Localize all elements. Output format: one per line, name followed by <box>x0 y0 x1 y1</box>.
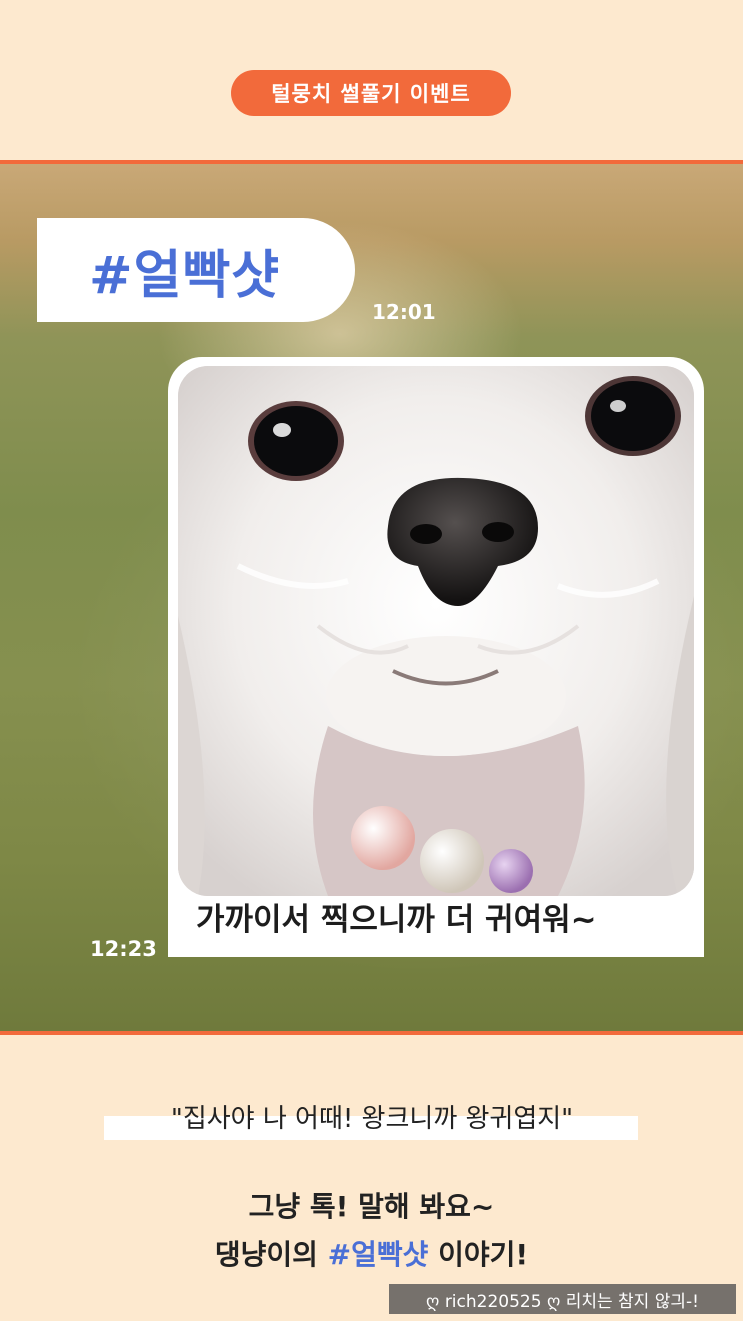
cta-line-1: 그냥 톡! 말해 봐요~ <box>248 1190 495 1223</box>
watermark: ღ rich220525 ღ 리치는 참지 않긔-! <box>389 1284 736 1314</box>
hashtag-text: #얼빡샷 <box>89 245 281 306</box>
quote-block: "집사야 나 어때! 왕크니까 왕귀엽지" <box>96 1098 648 1140</box>
cta-line-2-suffix: 이야기! <box>428 1238 529 1271</box>
cta-line-2-hashtag: #얼빡샷 <box>327 1238 429 1271</box>
timestamp-bottom: 12:23 <box>90 937 157 961</box>
dog-face-illustration <box>178 366 694 896</box>
dog-photo[interactable] <box>178 366 694 896</box>
cta-line-2: 댕냥이의 #얼빡샷 이야기! <box>0 1233 743 1273</box>
message-caption: 가까이서 찍으니까 더 귀여워~ <box>196 902 597 938</box>
quote-text: "집사야 나 어때! 왕크니까 왕귀엽지" <box>170 1104 574 1134</box>
divider-bottom <box>0 1031 743 1035</box>
timestamp-top: 12:01 <box>372 300 436 324</box>
hashtag-bubble: #얼빡샷 <box>37 218 355 322</box>
event-title-pill[interactable]: 털뭉치 썰풀기 이벤트 <box>231 70 511 116</box>
cta-line-2-prefix: 댕냥이의 <box>214 1238 328 1271</box>
